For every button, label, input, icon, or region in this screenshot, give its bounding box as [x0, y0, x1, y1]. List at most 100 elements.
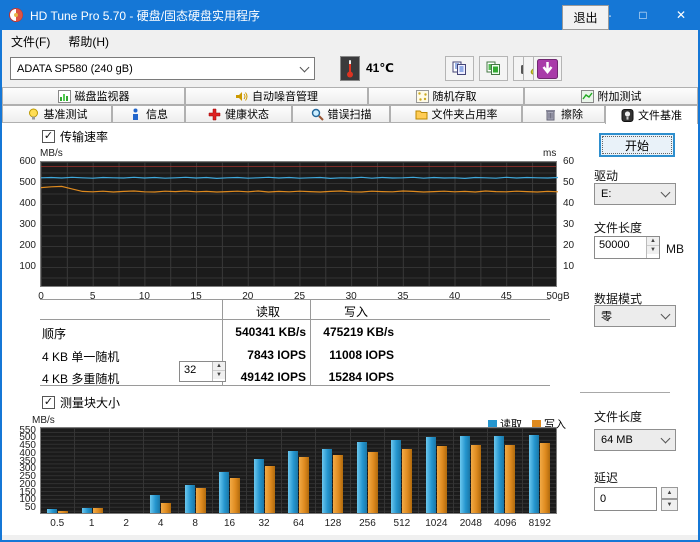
- save-icon[interactable]: [533, 56, 562, 81]
- tab-random-access[interactable]: 随机存取: [368, 87, 524, 105]
- bar-group-1024: [419, 428, 454, 513]
- tab-label: 健康状态: [225, 109, 269, 121]
- read-bar: [356, 442, 367, 513]
- tab-erase[interactable]: 擦除: [522, 105, 605, 123]
- row-label-sequential: 顺序: [42, 327, 67, 341]
- spinner-up-icon[interactable]: ▲: [661, 487, 678, 499]
- series-line-写入: [41, 185, 558, 193]
- block-file-length-label: 文件长度: [594, 410, 643, 424]
- chevron-down-icon: [660, 309, 671, 320]
- queue-depth-value: 32: [184, 364, 197, 376]
- chevron-down-icon: [660, 433, 671, 444]
- drive-value: E:: [601, 188, 612, 200]
- tab-folder-usage[interactable]: 文件夹占用率: [390, 105, 522, 123]
- write-bar: [92, 508, 103, 513]
- seq-read-value: 540341 KB/s: [235, 325, 306, 339]
- drive-label: 驱动: [594, 169, 619, 183]
- transfer-rate-chart: [40, 161, 558, 287]
- bar-group-4096: [488, 428, 523, 513]
- copy-text-icon[interactable]: [445, 56, 474, 81]
- spinner-up-icon[interactable]: ▲: [647, 237, 659, 246]
- read-bar: [528, 435, 539, 513]
- file-benchmark-icon: [621, 108, 634, 122]
- bar-group-8: [179, 428, 214, 513]
- write-bar: [471, 445, 482, 513]
- delay-input[interactable]: 0: [594, 487, 657, 511]
- bar-group-16: [213, 428, 248, 513]
- delay-label: 延迟: [594, 471, 619, 485]
- write-bar: [367, 452, 378, 513]
- checkbox-checked-icon: ✓: [42, 130, 55, 143]
- maximize-button[interactable]: □: [624, 2, 662, 30]
- file-length-value: 50000: [599, 239, 630, 251]
- line-chart-ylabel: MB/s: [40, 148, 63, 159]
- folder-icon: [415, 110, 427, 119]
- block-file-length-dropdown[interactable]: 64 MB: [594, 429, 676, 451]
- write-bar: [539, 443, 550, 513]
- tab-file-benchmark[interactable]: 文件基准: [605, 105, 698, 124]
- bar-group-128: [316, 428, 351, 513]
- tab-auto-noise[interactable]: 自动噪音管理: [185, 87, 368, 105]
- tab-error-scan[interactable]: 错误扫描: [292, 105, 390, 123]
- menu-help[interactable]: 帮助(H): [59, 30, 118, 53]
- delay-value: 0: [600, 493, 607, 505]
- chevron-down-icon: [299, 62, 310, 72]
- read-bar: [288, 451, 299, 513]
- file-length-spinner[interactable]: 50000 ▲ ▼: [594, 236, 660, 259]
- file-length-label: 文件长度: [594, 221, 643, 235]
- read-bar: [47, 509, 58, 513]
- exit-button[interactable]: 退出: [562, 5, 609, 30]
- info-icon: [133, 108, 138, 120]
- read-bar: [150, 495, 161, 513]
- read-bar: [253, 459, 264, 513]
- write-bar: [58, 511, 69, 513]
- bar-group-1: [75, 428, 110, 513]
- copy-image-icon[interactable]: [479, 56, 508, 81]
- tab-info[interactable]: 信息: [112, 105, 185, 123]
- tab-benchmark[interactable]: 基准测试: [2, 105, 112, 123]
- window-title: HD Tune Pro 5.70 - 硬盘/固态硬盘实用程序: [30, 8, 261, 23]
- bar-group-8192: [523, 428, 556, 513]
- read-bar: [460, 436, 471, 513]
- tab-label: 文件夹占用率: [431, 109, 498, 121]
- transfer-rate-checkbox[interactable]: ✓ 传输速率: [42, 128, 108, 145]
- delay-spinner[interactable]: ▲ ▼: [661, 487, 678, 511]
- app-logo-icon: [9, 8, 23, 22]
- seq-write-value: 475219 KB/s: [323, 325, 394, 339]
- start-button[interactable]: 开始: [599, 133, 675, 157]
- tab-extra-tests[interactable]: 附加测试: [524, 87, 698, 105]
- read-bar: [391, 440, 402, 513]
- write-bar: [333, 455, 344, 513]
- data-mode-dropdown[interactable]: 零: [594, 305, 676, 327]
- bar-group-64: [282, 428, 317, 513]
- close-button[interactable]: ✕: [662, 2, 698, 30]
- lightbulb-icon: [28, 108, 38, 119]
- block-file-length-value: 64 MB: [601, 434, 633, 446]
- tab-health[interactable]: 健康状态: [185, 105, 292, 123]
- checkbox-checked-icon: ✓: [42, 396, 55, 409]
- monitor-chart-icon: [57, 89, 71, 103]
- spinner-down-icon[interactable]: ▼: [647, 246, 659, 254]
- write-bar: [299, 457, 310, 513]
- tab-label: 自动噪音管理: [252, 91, 318, 103]
- tab-disk-monitor[interactable]: 磁盘监视器: [2, 87, 185, 105]
- spinner-down-icon[interactable]: ▼: [661, 499, 678, 511]
- single-read-value: 7843 IOPS: [247, 348, 306, 362]
- menu-file[interactable]: 文件(F): [2, 30, 59, 53]
- speaker-icon: [236, 91, 248, 101]
- write-bar: [436, 446, 447, 513]
- multi-read-value: 49142 IOPS: [240, 370, 306, 384]
- bar-chart-ylabel: MB/s: [32, 415, 55, 426]
- drive-selector-dropdown[interactable]: ADATA SP580 (240 gB): [10, 57, 315, 80]
- read-bar: [494, 436, 505, 513]
- drive-dropdown[interactable]: E:: [594, 183, 676, 205]
- tab-label: 随机存取: [432, 91, 477, 103]
- write-bar: [264, 466, 275, 513]
- extra-tests-icon: [580, 89, 594, 103]
- block-size-chart: [40, 427, 557, 514]
- random-access-icon: [415, 89, 429, 103]
- toolbar: ADATA SP580 (240 gB) 41℃: [2, 53, 698, 86]
- block-size-checkbox[interactable]: ✓ 测量块大小: [42, 394, 120, 411]
- sidebar-divider: [580, 392, 670, 393]
- file-length-unit: MB: [666, 242, 684, 256]
